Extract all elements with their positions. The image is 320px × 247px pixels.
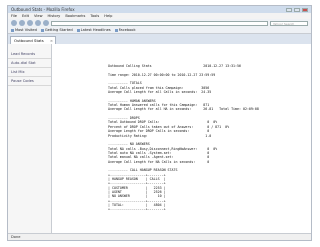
menu-file[interactable]: File <box>11 14 17 18</box>
bookmark-latest-headlines[interactable]: Latest Headlines <box>76 28 111 32</box>
stop-icon[interactable] <box>35 20 41 26</box>
minimize-button[interactable] <box>286 7 292 12</box>
tab-strip: Outbound Stats × <box>8 34 311 44</box>
sidebar-item-auto-dial-stat[interactable]: Auto-dial Stat <box>8 59 51 68</box>
tab-label: Outbound Stats <box>14 38 44 43</box>
bookmark-facebook[interactable]: Facebook <box>114 28 136 32</box>
maximize-button[interactable] <box>294 7 300 12</box>
report-pane: Outbound Calling Stats 2010-12-27 13:31:… <box>52 44 311 233</box>
status-text: Done <box>11 235 21 239</box>
sidebar-item-list-mix[interactable]: List Mix <box>8 68 51 77</box>
menu-help[interactable]: Help <box>104 14 112 18</box>
menu-history[interactable]: History <box>48 14 61 18</box>
bookmark-label: Most Visited <box>15 28 37 32</box>
bookmark-getting-started[interactable]: Getting Started <box>40 28 73 32</box>
browser-window: Outbound Stats - Mozilla Firefox File Ed… <box>7 5 312 241</box>
bookmark-icon <box>114 28 118 32</box>
bookmark-most-visited[interactable]: Most Visited <box>11 28 37 32</box>
bookmark-icon <box>11 28 14 32</box>
sidebar: Lead Records Auto-dial Stat List Mix Pau… <box>8 44 52 233</box>
address-bar[interactable] <box>51 20 268 26</box>
rss-icon <box>76 28 80 32</box>
menu-tools[interactable]: Tools <box>90 14 99 18</box>
reload-icon[interactable] <box>27 20 33 26</box>
menu-bookmarks[interactable]: Bookmarks <box>65 14 85 18</box>
sidebar-item-pause-codes[interactable]: Pause Codes <box>8 77 51 86</box>
back-icon[interactable] <box>11 20 17 26</box>
report-line: +------------------+--------+ <box>108 207 166 212</box>
title-bar: Outbound Stats - Mozilla Firefox <box>8 6 311 13</box>
sidebar-item-lead-records[interactable]: Lead Records <box>8 50 51 59</box>
window-controls <box>286 7 311 12</box>
home-icon[interactable] <box>43 20 49 26</box>
close-tab-icon[interactable]: × <box>50 38 53 43</box>
menu-edit[interactable]: Edit <box>22 14 29 18</box>
navigation-bar: Yahoo! Search <box>8 19 311 27</box>
search-input[interactable]: Yahoo! Search <box>270 20 308 26</box>
page-content: Lead Records Auto-dial Stat List Mix Pau… <box>8 44 311 233</box>
bookmarks-toolbar: Most Visited Getting Started Latest Head… <box>8 27 311 34</box>
window-title: Outbound Stats - Mozilla Firefox <box>11 7 75 12</box>
bookmark-icon <box>40 28 44 32</box>
forward-icon[interactable] <box>19 20 25 26</box>
close-button[interactable] <box>302 7 308 12</box>
status-bar: Done <box>8 233 311 240</box>
bookmark-label: Getting Started <box>44 28 73 32</box>
bookmark-label: Latest Headlines <box>80 28 111 32</box>
menu-view[interactable]: View <box>34 14 43 18</box>
bookmark-label: Facebook <box>118 28 136 32</box>
tab-outbound-stats[interactable]: Outbound Stats × <box>10 36 56 44</box>
report-text: Outbound Calling Stats 2010-12-27 13:31:… <box>108 64 311 212</box>
